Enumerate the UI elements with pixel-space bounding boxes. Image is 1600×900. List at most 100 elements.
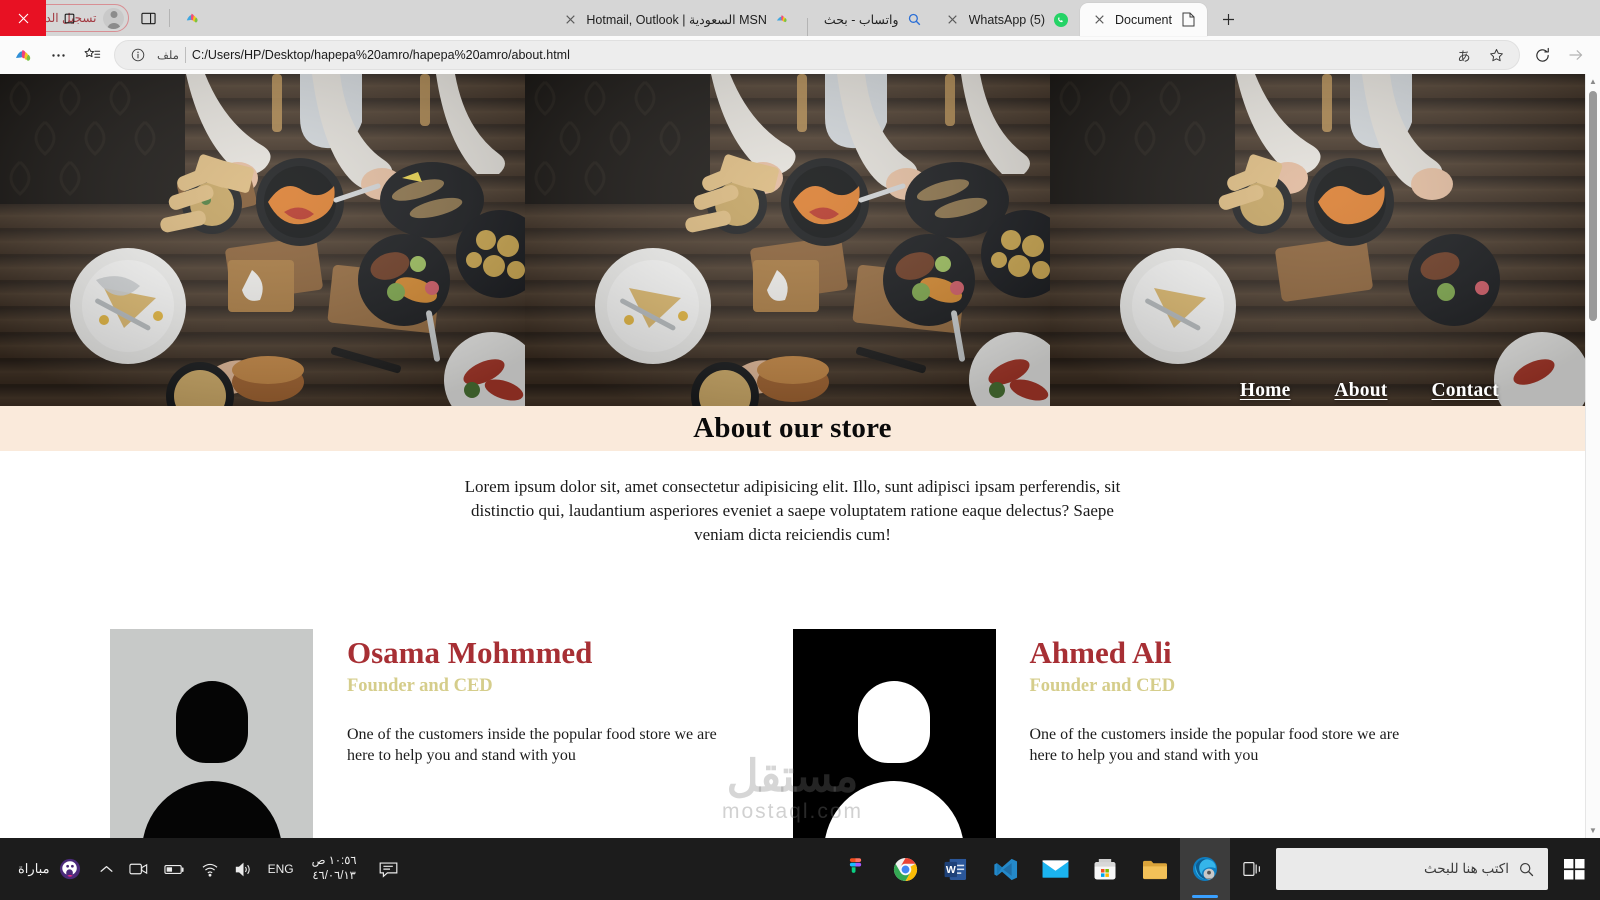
page-viewport: Home About Contact About our store Lorem… bbox=[0, 74, 1600, 838]
clock-time: ١٠:٥٦ ص bbox=[311, 854, 357, 867]
wifi-icon[interactable] bbox=[194, 838, 226, 900]
start-icon[interactable] bbox=[1550, 838, 1598, 900]
member-name: Ahmed Ali bbox=[1029, 635, 1172, 671]
food-table-illustration bbox=[1050, 74, 1585, 406]
nav-link-about[interactable]: About bbox=[1334, 380, 1387, 402]
avatar-head bbox=[175, 681, 248, 764]
food-table-illustration bbox=[0, 74, 535, 406]
page-title: About our store bbox=[693, 412, 892, 444]
person-placeholder-icon bbox=[110, 629, 313, 838]
volume-icon[interactable] bbox=[228, 838, 259, 900]
tab-title: (5) WhatsApp bbox=[968, 12, 1046, 27]
member-role: Founder and CED bbox=[347, 675, 493, 696]
member-info: Ahmed Ali Founder and CED One of the cus… bbox=[1030, 629, 1430, 838]
browser-window: Document (5) WhatsApp واتساب - بحث MSN ا… bbox=[0, 0, 1600, 838]
battery-icon[interactable] bbox=[157, 838, 192, 900]
window-maximize-button[interactable] bbox=[46, 0, 92, 36]
nav-link-home[interactable]: Home bbox=[1240, 380, 1291, 402]
vscode-icon[interactable] bbox=[980, 838, 1030, 900]
tab-title: Document bbox=[1115, 12, 1172, 27]
window-close-button[interactable] bbox=[0, 0, 46, 36]
collections-icon[interactable] bbox=[76, 40, 108, 70]
intro-paragraph: Lorem ipsum dolor sit, amet consectetur … bbox=[464, 477, 1121, 545]
action-divider bbox=[169, 9, 171, 27]
food-table-illustration bbox=[525, 74, 1060, 406]
chrome-icon[interactable] bbox=[880, 838, 930, 900]
clock-date: ٤٦/٠٦/١٣ bbox=[312, 870, 356, 882]
copilot-sidebar-icon[interactable] bbox=[8, 40, 40, 70]
team-member-card: Osama Mohmmed Founder and CED One of the… bbox=[110, 629, 793, 838]
taskbar-search-input[interactable]: اكتب هنا للبحث bbox=[1276, 848, 1548, 890]
taskbar-clock[interactable]: ١٠:٥٦ ص ٤٦/٠٦/١٣ bbox=[303, 838, 366, 900]
tab-document[interactable]: Document bbox=[1080, 3, 1207, 36]
language-indicator[interactable]: ENG bbox=[261, 838, 301, 900]
tab-close-icon[interactable] bbox=[1091, 12, 1107, 28]
document-icon bbox=[1180, 12, 1196, 28]
scroll-down-arrow-icon[interactable]: ▼ bbox=[1589, 823, 1597, 838]
split-screen-icon[interactable] bbox=[135, 4, 162, 32]
system-tray: ١٠:٥٦ ص ٤٦/٠٦/١٣ ENG مباراة bbox=[2, 838, 410, 900]
hero-banner: Home About Contact bbox=[0, 74, 1585, 406]
meet-now-icon[interactable] bbox=[122, 838, 155, 900]
tab-title: MSN السعودية | Hotmail, Outlook bbox=[586, 13, 767, 27]
word-icon[interactable]: W bbox=[930, 838, 980, 900]
page-title-banner: About our store bbox=[0, 406, 1585, 451]
svg-text:W: W bbox=[945, 863, 955, 875]
search-icon bbox=[1519, 862, 1534, 877]
site-info-icon[interactable] bbox=[125, 42, 151, 68]
mail-icon[interactable] bbox=[1030, 838, 1080, 900]
team-member-card: Ahmed Ali Founder and CED One of the cus… bbox=[792, 629, 1476, 838]
scroll-up-arrow-icon[interactable]: ▲ bbox=[1589, 74, 1597, 89]
hero-image-tile bbox=[525, 74, 1060, 406]
hero-image-tile bbox=[1050, 74, 1585, 406]
figma-icon[interactable] bbox=[830, 838, 880, 900]
tab-whatsapp-search[interactable]: واتساب - بحث bbox=[813, 3, 934, 36]
show-hidden-icons-chevron-icon[interactable] bbox=[93, 838, 120, 900]
site-navigation: Home About Contact bbox=[1240, 380, 1499, 402]
scrollbar-thumb[interactable] bbox=[1589, 91, 1597, 321]
member-info: Osama Mohmmed Founder and CED One of the… bbox=[347, 629, 747, 838]
search-placeholder: اكتب هنا للبحث bbox=[1424, 861, 1509, 876]
more-options-icon[interactable] bbox=[42, 40, 74, 70]
tab-msn[interactable]: MSN السعودية | Hotmail, Outlook bbox=[551, 3, 802, 36]
hero-image-tile bbox=[0, 74, 535, 406]
search-icon bbox=[907, 12, 923, 28]
tab-strip: Document (5) WhatsApp واتساب - بحث MSN ا… bbox=[0, 0, 1600, 36]
avatar-head bbox=[858, 681, 930, 764]
windows-taskbar: اكتب هنا للبحث W ١٠:٥٦ ص ٤٦/٠٦/١٣ ENG مب… bbox=[0, 838, 1600, 900]
edge-icon[interactable] bbox=[1180, 838, 1230, 900]
about-page: Home About Contact About our store Lorem… bbox=[0, 74, 1585, 838]
add-favorite-icon[interactable] bbox=[1483, 42, 1509, 68]
copilot-icon[interactable] bbox=[177, 4, 208, 32]
refresh-icon[interactable] bbox=[1526, 40, 1558, 70]
member-bio: One of the customers inside the popular … bbox=[1029, 725, 1400, 764]
msn-icon bbox=[775, 12, 791, 28]
avatar-body bbox=[141, 781, 282, 838]
task-view-icon[interactable] bbox=[1230, 838, 1276, 900]
tab-close-icon[interactable] bbox=[562, 12, 578, 28]
microsoft-store-icon[interactable] bbox=[1080, 838, 1130, 900]
new-tab-button[interactable] bbox=[1213, 4, 1243, 34]
nav-link-contact[interactable]: Contact bbox=[1432, 380, 1499, 402]
match-widget[interactable]: مباراة bbox=[8, 838, 91, 900]
avatar-body bbox=[824, 781, 964, 838]
url-text[interactable]: C:/Users/HP/Desktop/hapepa%20amro/hapepa… bbox=[192, 48, 574, 62]
forward-navigation-icon[interactable] bbox=[1560, 40, 1592, 70]
premier-league-icon bbox=[59, 858, 81, 880]
member-bio: One of the customers inside the popular … bbox=[347, 725, 717, 764]
tab-divider bbox=[806, 18, 808, 36]
team-section: Osama Mohmmed Founder and CED One of the… bbox=[0, 629, 1585, 838]
page-scrollbar[interactable]: ▲ ▼ bbox=[1585, 74, 1600, 838]
browser-toolbar: あ C:/Users/HP/Desktop/hapepa%20amro/hape… bbox=[0, 36, 1600, 74]
notifications-icon[interactable] bbox=[368, 838, 410, 900]
read-aloud-icon[interactable]: あ bbox=[1451, 42, 1477, 68]
file-explorer-icon[interactable] bbox=[1130, 838, 1180, 900]
file-scheme-label: ملف bbox=[157, 50, 179, 62]
omnibox-divider bbox=[184, 47, 186, 63]
match-label: مباراة bbox=[18, 861, 50, 876]
tab-whatsapp[interactable]: (5) WhatsApp bbox=[934, 3, 1080, 36]
tab-title: واتساب - بحث bbox=[823, 13, 899, 27]
address-bar[interactable]: あ C:/Users/HP/Desktop/hapepa%20amro/hape… bbox=[114, 40, 1520, 70]
tab-close-icon[interactable] bbox=[945, 12, 961, 28]
language-label: ENG bbox=[267, 862, 294, 876]
